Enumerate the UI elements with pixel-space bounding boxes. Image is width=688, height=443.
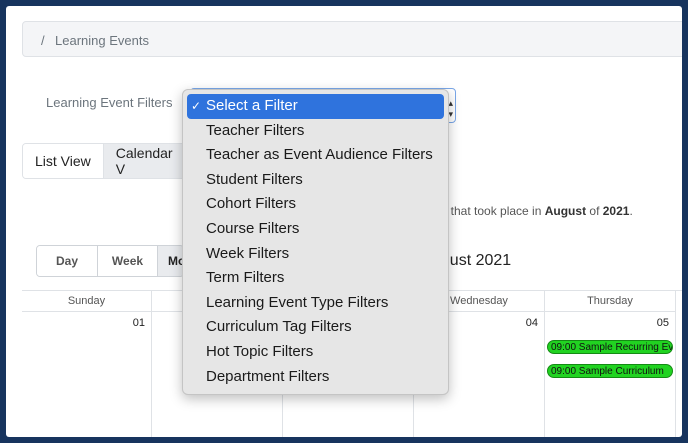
filter-option-hot-topic[interactable]: Hot Topic Filters [183, 340, 448, 365]
learning-event-filters-label: Learning Event Filters [46, 95, 173, 110]
range-toggle: Day Week Mo [36, 245, 184, 277]
calendar-day-thursday[interactable]: Thursday 05 09:00 Sample Recurring Ev 09… [545, 291, 676, 437]
breadcrumb: / Learning Events [22, 21, 682, 57]
breadcrumb-separator: / [41, 33, 45, 48]
filter-option-course[interactable]: Course Filters [183, 217, 448, 242]
summary-mid: of [586, 204, 603, 218]
option-label: Select a Filter [206, 97, 298, 114]
date-01: 01 [132, 317, 145, 329]
list-view-button[interactable]: List View [23, 144, 103, 178]
page-frame: / Learning Events Learning Event Filters… [6, 6, 682, 437]
day-header-thursday: Thursday [545, 291, 675, 312]
day-header-sunday: Sunday [22, 291, 151, 312]
week-range-button[interactable]: Week [97, 246, 157, 276]
filter-option-learning-event-type[interactable]: Learning Event Type Filters [183, 291, 448, 316]
date-04: 04 [525, 317, 538, 329]
summary-month: August [544, 204, 587, 218]
filter-option-select-a-filter[interactable]: ✓ Select a Filter [187, 94, 444, 119]
date-05: 05 [656, 317, 669, 329]
filter-option-week[interactable]: Week Filters [183, 242, 448, 267]
summary-prefix: ts that took place in [438, 204, 545, 218]
filter-option-teacher-audience[interactable]: Teacher as Event Audience Filters [183, 143, 448, 168]
filter-option-department[interactable]: Department Filters [183, 365, 448, 390]
event-sample-recurring[interactable]: 09:00 Sample Recurring Ev [547, 340, 673, 354]
calendar-day-sunday[interactable]: Sunday 01 [22, 291, 152, 437]
check-icon: ✓ [191, 99, 202, 113]
filter-option-teacher[interactable]: Teacher Filters [183, 119, 448, 144]
filter-option-term[interactable]: Term Filters [183, 266, 448, 291]
calendar-view-button[interactable]: Calendar V [102, 144, 193, 178]
view-toggle: List View Calendar V [22, 143, 194, 179]
summary-year: 2021 [602, 204, 630, 218]
event-sample-curriculum[interactable]: 09:00 Sample Curriculum [547, 364, 673, 378]
filter-option-cohort[interactable]: Cohort Filters [183, 192, 448, 217]
day-range-button[interactable]: Day [37, 246, 97, 276]
filter-option-student[interactable]: Student Filters [183, 168, 448, 193]
summary-suffix: . [629, 204, 633, 218]
filter-dropdown-menu: ✓ Select a Filter Teacher Filters Teacher… [182, 89, 449, 395]
month-range-button[interactable]: Mo [157, 246, 183, 276]
breadcrumb-learning-events[interactable]: Learning Events [55, 33, 149, 48]
filter-option-curriculum-tag[interactable]: Curriculum Tag Filters [183, 315, 448, 340]
events-summary: ts that took place in August of 2021. [438, 204, 633, 218]
chevron-up-down-icon: ▴ ▾ [448, 98, 453, 119]
